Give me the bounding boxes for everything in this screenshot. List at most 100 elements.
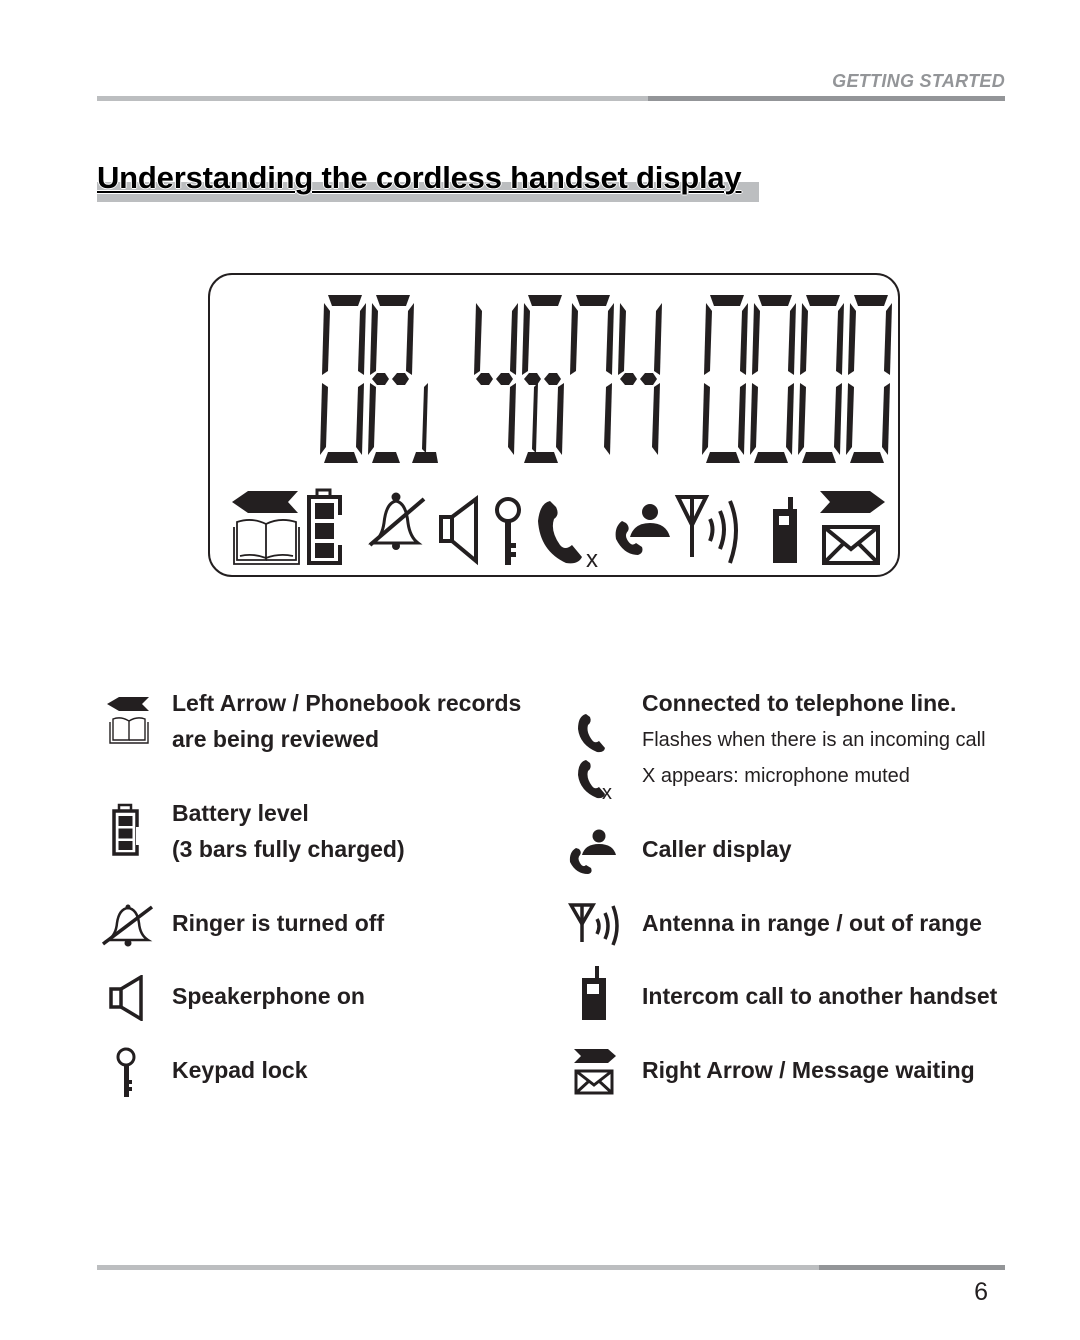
lcd-digit bbox=[474, 303, 518, 455]
lcd-segment-bottom bbox=[802, 452, 836, 463]
legend-label: Keypad lock bbox=[172, 1057, 308, 1083]
lcd-segment-lower-inner bbox=[422, 383, 428, 453]
lcd-digits bbox=[320, 295, 892, 463]
speaker-icon bbox=[109, 975, 143, 1021]
lcd-segment-upper-left bbox=[704, 303, 712, 375]
mute-x-icon: x bbox=[602, 782, 612, 802]
battery-icon bbox=[307, 488, 344, 565]
left-arrow-icon bbox=[232, 491, 298, 513]
lcd-segment-middle-right bbox=[496, 373, 513, 385]
footer-rule bbox=[97, 1265, 1005, 1270]
lcd-segment-middle-right bbox=[392, 373, 409, 385]
lcd-segment-bottom bbox=[524, 452, 558, 463]
lcd-segment-bottom bbox=[706, 452, 740, 463]
lcd-segment-lower-right bbox=[834, 383, 842, 455]
lcd-digit bbox=[846, 295, 892, 463]
lcd-segment-top bbox=[854, 295, 888, 306]
footer-rule-dark bbox=[819, 1265, 1005, 1270]
lcd-segment-top bbox=[710, 295, 744, 306]
lcd-segment-lower-right bbox=[556, 383, 564, 455]
legend-label: are being reviewed bbox=[172, 726, 380, 752]
lcd-segment-upper-left bbox=[618, 303, 626, 375]
signal-waves-icon bbox=[595, 918, 601, 935]
key-icon bbox=[116, 1047, 136, 1097]
legend-label: Antenna in range / out of range bbox=[642, 910, 982, 936]
lcd-segment-lower-left bbox=[320, 383, 328, 455]
lcd-segment-top bbox=[806, 295, 840, 306]
lcd-segment-bottom bbox=[850, 452, 884, 463]
legend-label: Speakerphone on bbox=[172, 983, 365, 1009]
legend-label: Right Arrow / Message waiting bbox=[642, 1057, 975, 1083]
ringer-off-icon bbox=[101, 904, 154, 947]
lcd-segment-lower-right bbox=[738, 383, 746, 455]
caller-display-icon bbox=[615, 504, 670, 555]
intercom-handset-icon bbox=[773, 497, 797, 563]
lcd-segment-top bbox=[376, 295, 410, 306]
lcd-segment-upper-right bbox=[788, 303, 796, 375]
lcd-segment-upper-right bbox=[884, 303, 892, 375]
battery-icon bbox=[112, 803, 140, 856]
legend-label: (3 bars fully charged) bbox=[172, 836, 405, 862]
speaker-icon bbox=[439, 495, 478, 566]
lcd-segment-upper-right bbox=[740, 303, 748, 375]
lcd-segment-upper-left bbox=[848, 303, 856, 375]
lcd-segment-upper-right bbox=[358, 303, 366, 375]
page-title: Understanding the cordless handset displ… bbox=[97, 160, 742, 195]
legend-label: Connected to telephone line. bbox=[642, 690, 957, 716]
lcd-segment-upper-right bbox=[510, 303, 518, 375]
footer-rule-light bbox=[97, 1265, 819, 1270]
lcd-digit bbox=[702, 295, 748, 463]
lcd-segment-lower-right bbox=[652, 383, 660, 455]
lcd-display-illustration: x bbox=[208, 273, 900, 577]
legend-label: Intercom call to another handset bbox=[642, 983, 998, 1009]
lcd-segment-top bbox=[528, 295, 562, 306]
lcd-segment-lower-left bbox=[798, 383, 806, 455]
lcd-digit bbox=[798, 295, 844, 463]
lcd-digit bbox=[320, 295, 366, 463]
header-rule bbox=[97, 96, 1005, 101]
lcd-segment-upper-right bbox=[606, 303, 614, 375]
mute-x-icon: x bbox=[586, 546, 598, 573]
lcd-segment-upper-left bbox=[570, 303, 578, 375]
lcd-segment-top bbox=[328, 295, 362, 306]
lcd-segment-bottom-left bbox=[372, 452, 400, 463]
lcd-segment-bottom bbox=[324, 452, 358, 463]
lcd-segment-lower-center bbox=[532, 383, 538, 453]
lcd-segment-upper-right bbox=[654, 303, 662, 375]
page-number: 6 bbox=[974, 1278, 988, 1306]
lcd-segment-upper-left bbox=[800, 303, 808, 375]
lcd-segment-upper-left bbox=[752, 303, 760, 375]
ringer-off-icon bbox=[368, 492, 426, 550]
lcd-digit bbox=[368, 295, 438, 463]
caller-display-icon bbox=[569, 829, 616, 874]
phonebook-icon bbox=[233, 519, 300, 565]
lcd-segment-upper-left bbox=[522, 303, 530, 375]
lcd-segment-middle-left bbox=[524, 373, 541, 385]
lcd-segment-lower-right bbox=[882, 383, 890, 455]
left-arrow-phonebook-icon bbox=[107, 697, 149, 744]
lcd-digit bbox=[570, 295, 614, 455]
lcd-segment-upper-left bbox=[322, 303, 330, 375]
envelope-icon bbox=[822, 525, 880, 565]
lcd-segment-bottom bbox=[754, 452, 788, 463]
legend-sublabel: Flashes when there is an incoming call bbox=[642, 729, 986, 751]
signal-waves-icon bbox=[708, 500, 738, 564]
lcd-segment-middle-right bbox=[544, 373, 561, 385]
handset-icon: x bbox=[578, 714, 612, 802]
lcd-segment-upper-right bbox=[836, 303, 844, 375]
lcd-segment-lower-left bbox=[702, 383, 710, 455]
lcd-icon-row: x bbox=[232, 488, 885, 573]
lcd-digit bbox=[522, 295, 564, 463]
legend-label: Caller display bbox=[642, 836, 792, 862]
lcd-segment-upper-left bbox=[474, 303, 482, 375]
running-head-section: GETTING STARTED bbox=[832, 71, 1005, 91]
handset-icon bbox=[538, 501, 582, 564]
legend-label: Battery level bbox=[172, 800, 309, 826]
lcd-display-svg: x bbox=[232, 295, 892, 573]
lcd-segment-lower-right bbox=[508, 383, 516, 455]
right-arrow-icon bbox=[820, 491, 885, 513]
legend-label: Left Arrow / Phonebook records bbox=[172, 690, 522, 716]
lcd-segment-lower-right bbox=[356, 383, 364, 455]
lcd-segment-top bbox=[576, 295, 610, 306]
lcd-segment-lower-left bbox=[846, 383, 854, 455]
